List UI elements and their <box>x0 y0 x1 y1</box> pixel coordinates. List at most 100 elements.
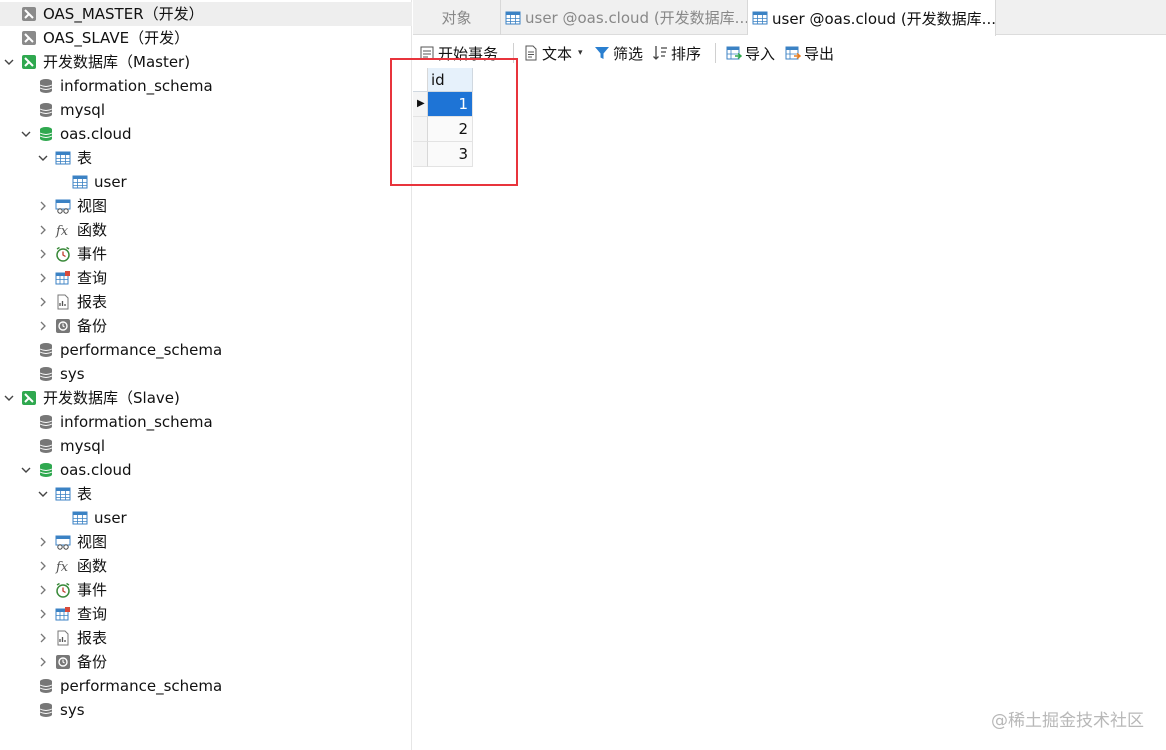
chevron-right-icon[interactable] <box>36 559 50 573</box>
document-icon <box>523 45 539 61</box>
tree-item-oas-slave[interactable]: OAS_SLAVE（开发） <box>0 26 412 50</box>
watermark: @稀土掘金技术社区 <box>991 711 1144 731</box>
chevron-down-icon[interactable] <box>2 391 16 405</box>
import-button[interactable]: 导入 <box>726 36 775 70</box>
report-icon <box>55 294 71 310</box>
text-view-button[interactable]: 文本 ▾ <box>523 36 583 70</box>
tree-item-label: oas.cloud <box>60 461 132 479</box>
tree-item-performance-schema[interactable]: performance_schema <box>0 338 412 362</box>
tree-item-oas-cloud[interactable]: oas.cloud <box>0 122 412 146</box>
database-open-icon <box>38 126 54 142</box>
database-icon <box>38 342 54 358</box>
sort-button[interactable]: 排序 <box>652 36 701 70</box>
database-icon <box>38 438 54 454</box>
tree-item-label: 报表 <box>77 629 108 647</box>
tree-item-user-table[interactable]: user <box>0 170 412 194</box>
chevron-down-icon[interactable] <box>19 127 33 141</box>
tree-item-sys[interactable]: sys <box>0 362 412 386</box>
chevron-right-icon[interactable] <box>36 271 50 285</box>
tree-item-information-schema[interactable]: information_schema <box>0 74 412 98</box>
tree-item-label: sys <box>60 365 85 383</box>
tree-item-queries[interactable]: 查询 <box>0 266 412 290</box>
backup-icon <box>55 318 71 334</box>
tree-item-tables[interactable]: 表 <box>0 146 412 170</box>
annotation-highlight-box <box>390 58 518 186</box>
chevron-right-icon[interactable] <box>36 319 50 333</box>
tree-item-queries[interactable]: 查询 <box>0 602 412 626</box>
table-icon <box>72 174 88 190</box>
tree-item-views[interactable]: 视图 <box>0 530 412 554</box>
chevron-right-icon[interactable] <box>36 655 50 669</box>
tree-item-functions[interactable]: fx 函数 <box>0 218 412 242</box>
table-icon <box>752 10 768 26</box>
tree-item-label: performance_schema <box>60 677 223 695</box>
connection-icon <box>21 30 37 46</box>
tab-user-table-2[interactable]: user @oas.cloud (开发数据库... <box>748 0 996 36</box>
tree-item-mysql[interactable]: mysql <box>0 98 412 122</box>
tree-item-label: 表 <box>77 149 93 167</box>
report-icon <box>55 630 71 646</box>
chevron-right-icon[interactable] <box>36 295 50 309</box>
tree-item-reports[interactable]: 报表 <box>0 626 412 650</box>
tab-label: user @oas.cloud (开发数据库... <box>772 9 996 28</box>
tree-item-functions[interactable]: fx 函数 <box>0 554 412 578</box>
table-icon <box>72 510 88 526</box>
chevron-right-icon[interactable] <box>36 583 50 597</box>
tree-item-label: mysql <box>60 437 105 455</box>
tree-item-events[interactable]: 事件 <box>0 242 412 266</box>
svg-text:fx: fx <box>55 224 69 238</box>
backup-icon <box>55 654 71 670</box>
chevron-down-icon[interactable] <box>2 55 16 69</box>
tree-item-dev-db-master[interactable]: 开发数据库（Master) <box>0 50 412 74</box>
chevron-right-icon[interactable] <box>36 199 50 213</box>
tree-item-information-schema[interactable]: information_schema <box>0 410 412 434</box>
tree-item-label: 事件 <box>77 245 108 263</box>
tree-item-views[interactable]: 视图 <box>0 194 412 218</box>
tree-item-label: 备份 <box>77 317 108 335</box>
chevron-down-icon[interactable] <box>19 463 33 477</box>
import-icon <box>726 45 742 61</box>
tree-item-dev-db-slave[interactable]: 开发数据库（Slave) <box>0 386 412 410</box>
tree-item-backups[interactable]: 备份 <box>0 650 412 674</box>
chevron-right-icon[interactable] <box>36 223 50 237</box>
chevron-right-icon[interactable] <box>36 631 50 645</box>
filter-button[interactable]: 筛选 <box>594 36 643 70</box>
tab-user-table-1[interactable]: user @oas.cloud (开发数据库... <box>501 0 748 35</box>
tree-item-label: 备份 <box>77 653 108 671</box>
tree-item-mysql[interactable]: mysql <box>0 434 412 458</box>
chevron-right-icon[interactable] <box>36 607 50 621</box>
tree-item-label: oas.cloud <box>60 125 132 143</box>
tab-label: 对象 <box>441 9 472 27</box>
chevron-down-icon[interactable] <box>36 151 50 165</box>
export-button[interactable]: 导出 <box>785 36 834 70</box>
tree-item-oas-master[interactable]: OAS_MASTER（开发） <box>0 2 412 26</box>
tree-item-user-table[interactable]: user <box>0 506 412 530</box>
database-icon <box>38 78 54 94</box>
tree-item-sys[interactable]: sys <box>0 698 412 722</box>
tree-item-label: 视图 <box>77 533 108 551</box>
chevron-down-icon[interactable] <box>36 487 50 501</box>
tree-item-performance-schema[interactable]: performance_schema <box>0 674 412 698</box>
tree-item-label: 查询 <box>77 269 108 287</box>
chevron-right-icon[interactable] <box>36 535 50 549</box>
tree-item-backups[interactable]: 备份 <box>0 314 412 338</box>
navigation-tree: OAS_MASTER（开发） OAS_SLAVE（开发） 开发数据库（Maste… <box>0 0 412 750</box>
tree-item-label: OAS_SLAVE（开发） <box>43 29 190 47</box>
tree-item-label: mysql <box>60 101 105 119</box>
main-panel: 对象 user @oas.cloud (开发数据库... user @oas.c… <box>413 0 1166 750</box>
tree-item-label: information_schema <box>60 413 213 431</box>
export-icon <box>785 45 801 61</box>
mysql-connection-icon <box>21 54 37 70</box>
view-icon <box>55 198 71 214</box>
view-icon <box>55 534 71 550</box>
tree-item-tables[interactable]: 表 <box>0 482 412 506</box>
chevron-right-icon[interactable] <box>36 247 50 261</box>
tree-item-oas-cloud[interactable]: oas.cloud <box>0 458 412 482</box>
tab-objects[interactable]: 对象 <box>413 0 501 35</box>
tree-item-events[interactable]: 事件 <box>0 578 412 602</box>
tree-item-reports[interactable]: 报表 <box>0 290 412 314</box>
tree-item-label: user <box>94 173 127 191</box>
toolbar-divider <box>715 43 716 63</box>
table-folder-icon <box>55 150 71 166</box>
table-folder-icon <box>55 486 71 502</box>
